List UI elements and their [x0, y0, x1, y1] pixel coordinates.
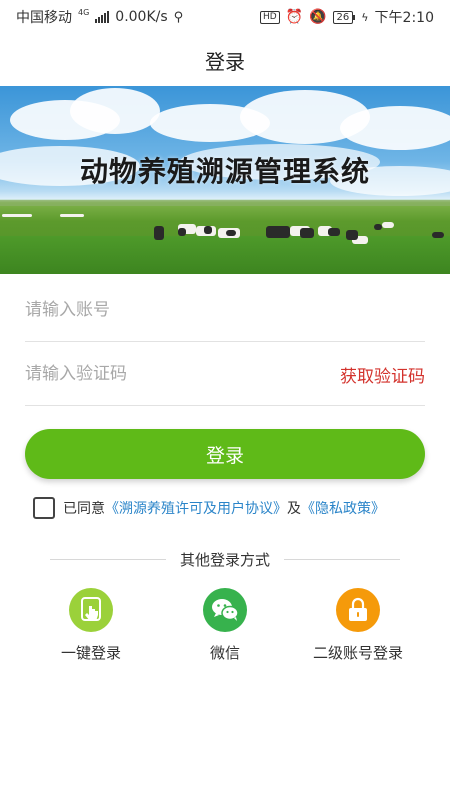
secondary-account-login-button[interactable]: 二级账号登录	[288, 588, 428, 663]
clock: 下午2:10	[374, 10, 434, 26]
account-field-row	[25, 278, 425, 342]
one-click-login-label: 一键登录	[60, 644, 121, 662]
agreement-row: 已同意 《溯源养殖许可及用户协议》 及 《隐私政策》	[33, 496, 385, 520]
wechat-login-button[interactable]: 微信	[155, 588, 295, 663]
carrier-label: 中国移动	[16, 10, 72, 26]
privacy-policy-link[interactable]: 《隐私政策》	[301, 498, 385, 518]
system-title: 动物养殖溯源管理系统	[79, 155, 370, 188]
divider-left	[50, 558, 166, 560]
status-left: 中国移动 4G 0.00K/s ⚲	[16, 7, 183, 27]
banner-image: 动物养殖溯源管理系统	[0, 86, 450, 274]
wechat-icon	[203, 588, 247, 632]
battery-icon: 26	[332, 10, 356, 24]
agree-prefix: 已同意	[63, 501, 105, 517]
network-type: 4G	[78, 7, 90, 17]
signal-icon	[95, 11, 110, 23]
get-code-button[interactable]: 获取验证码	[340, 362, 425, 387]
page-title: 登录	[205, 49, 245, 74]
other-login-header: 其他登录方式	[50, 548, 401, 570]
mute-bell-icon: 🔕	[309, 9, 327, 25]
net-speed: 0.00K/s	[115, 9, 168, 25]
status-right: HD ⏰ 🔕 26 ϟ 下午2:10	[259, 7, 434, 27]
charging-icon: ϟ	[361, 10, 369, 24]
agree-joiner: 及	[287, 501, 301, 517]
verification-code-input[interactable]	[25, 363, 315, 384]
status-bar: 中国移动 4G 0.00K/s ⚲ HD ⏰ 🔕 26 ϟ 下午2:10	[0, 0, 450, 34]
divider-right	[284, 558, 401, 560]
battery-level: 26	[332, 10, 354, 24]
code-field-row: 获取验证码	[25, 342, 425, 406]
tap-finger-icon	[69, 588, 113, 632]
other-login-methods: 一键登录 微信 二级账号登录	[0, 588, 450, 668]
wechat-login-label: 微信	[209, 644, 240, 662]
hd-icon: HD	[259, 10, 280, 24]
agree-checkbox[interactable]	[33, 497, 55, 519]
lock-icon	[336, 588, 380, 632]
account-input[interactable]	[25, 299, 425, 320]
usb-icon: ⚲	[173, 9, 184, 25]
one-click-login-button[interactable]: 一键登录	[21, 588, 161, 663]
other-login-title: 其他登录方式	[180, 550, 271, 569]
secondary-account-login-label: 二级账号登录	[312, 644, 403, 662]
login-button[interactable]: 登录	[25, 429, 425, 479]
alarm-icon: ⏰	[285, 9, 304, 25]
user-agreement-link[interactable]: 《溯源养殖许可及用户协议》	[105, 498, 287, 518]
